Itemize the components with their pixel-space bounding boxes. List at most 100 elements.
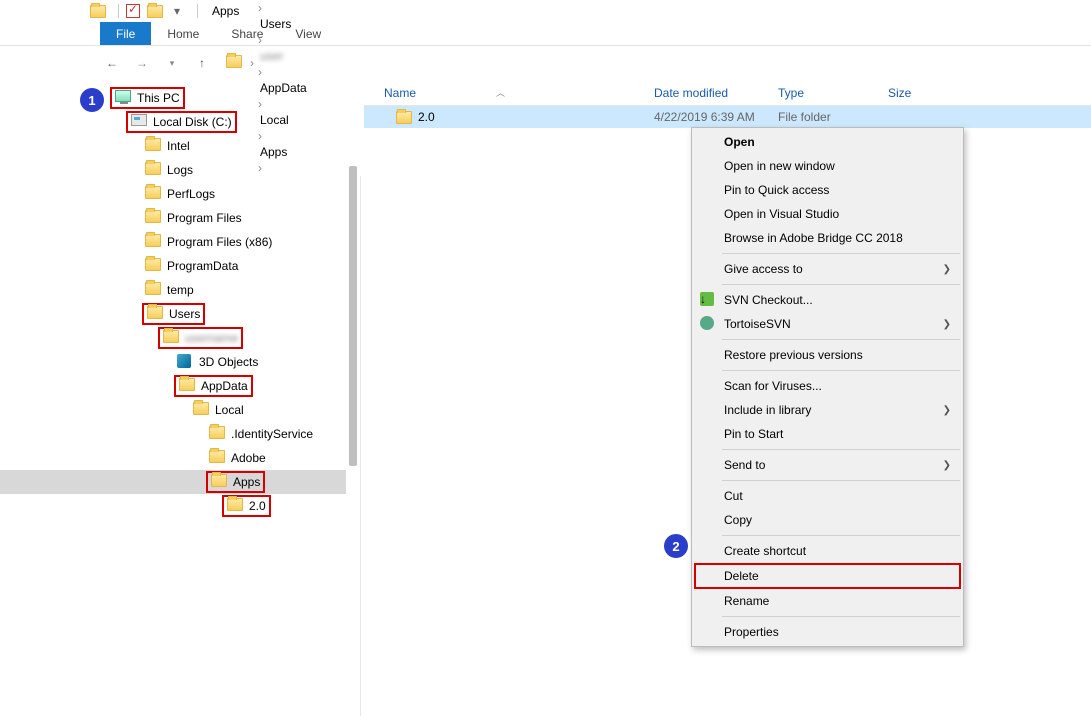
forward-button[interactable]: → bbox=[130, 51, 154, 75]
context-menu-item[interactable]: Rename bbox=[694, 589, 961, 613]
tree-item[interactable]: Logs bbox=[0, 158, 346, 182]
breadcrumb-segment[interactable]: user bbox=[256, 47, 343, 65]
submenu-arrow-icon: ❯ bbox=[943, 460, 951, 471]
tree-item[interactable]: 2.0 bbox=[0, 494, 346, 518]
context-menu-item[interactable]: Send to❯ bbox=[694, 453, 961, 477]
submenu-arrow-icon: ❯ bbox=[943, 264, 951, 275]
chevron-right-icon[interactable]: › bbox=[256, 33, 264, 47]
tab-home[interactable]: Home bbox=[151, 22, 215, 45]
chevron-right-icon[interactable]: › bbox=[256, 65, 264, 79]
context-menu-label: Delete bbox=[724, 569, 759, 583]
breadcrumb-segment[interactable]: Users bbox=[256, 15, 343, 33]
folder-icon bbox=[145, 234, 161, 250]
breadcrumb-segment[interactable]: Local Disk (C:) bbox=[256, 0, 343, 1]
context-menu-item[interactable]: Copy bbox=[694, 508, 961, 532]
row-date-cell: 4/22/2019 6:39 AM bbox=[646, 110, 770, 124]
splitter[interactable] bbox=[346, 80, 364, 651]
tree-item-label: Apps bbox=[233, 475, 260, 489]
column-name-label: Name bbox=[384, 86, 416, 100]
context-menu-item[interactable]: TortoiseSVN❯ bbox=[694, 312, 961, 336]
tortoise-icon bbox=[700, 316, 716, 332]
folder-icon bbox=[163, 330, 179, 346]
tree-item[interactable]: This PC bbox=[0, 86, 346, 110]
context-menu-item[interactable]: Pin to Quick access bbox=[694, 178, 961, 202]
context-menu-label: Open in new window bbox=[724, 159, 835, 173]
context-menu-item[interactable]: Include in library❯ bbox=[694, 398, 961, 422]
tab-file[interactable]: File bbox=[100, 22, 151, 45]
context-menu-label: SVN Checkout... bbox=[724, 293, 813, 307]
context-menu-item[interactable]: Open bbox=[694, 130, 961, 154]
tree-item[interactable]: Local bbox=[0, 398, 346, 422]
qat-properties-icon[interactable] bbox=[125, 3, 141, 19]
tree-item-label: PerfLogs bbox=[167, 187, 215, 201]
context-menu-label: Open bbox=[724, 135, 755, 149]
tree-item[interactable]: .IdentityService bbox=[0, 422, 346, 446]
tree-item[interactable]: Users bbox=[0, 302, 346, 326]
qat-folder-icon[interactable] bbox=[90, 3, 106, 19]
column-size[interactable]: Size bbox=[880, 86, 940, 100]
context-menu-item[interactable]: Cut bbox=[694, 484, 961, 508]
address-folder-icon bbox=[226, 55, 242, 71]
qat-dropdown-icon[interactable]: ▾ bbox=[169, 3, 185, 19]
context-menu-item[interactable]: Create shortcut bbox=[694, 539, 961, 563]
list-row[interactable]: 2.0 4/22/2019 6:39 AM File folder bbox=[364, 106, 1091, 128]
qat-separator-2 bbox=[197, 4, 198, 18]
context-menu-item[interactable]: Delete bbox=[694, 563, 961, 589]
context-menu-item[interactable]: ↓SVN Checkout... bbox=[694, 288, 961, 312]
3d-objects-icon bbox=[177, 354, 193, 370]
tree-item[interactable]: Adobe bbox=[0, 446, 346, 470]
context-menu-separator bbox=[722, 339, 960, 340]
context-menu-item[interactable]: Open in new window bbox=[694, 154, 961, 178]
tree-item[interactable]: 3D Objects bbox=[0, 350, 346, 374]
context-menu-label: Include in library bbox=[724, 403, 811, 417]
recent-dropdown[interactable]: ▾ bbox=[160, 51, 184, 75]
context-menu-item[interactable]: Properties bbox=[694, 620, 961, 644]
qat-separator bbox=[118, 4, 119, 18]
folder-icon bbox=[145, 282, 161, 298]
context-menu-separator bbox=[722, 284, 960, 285]
scrollbar-thumb[interactable] bbox=[349, 166, 357, 466]
sort-indicator-icon: ︿ bbox=[496, 86, 505, 99]
chevron-right-icon[interactable]: › bbox=[248, 56, 256, 70]
folder-icon bbox=[145, 258, 161, 274]
tree-item[interactable]: Intel bbox=[0, 134, 346, 158]
column-name[interactable]: Name ︿ bbox=[376, 86, 646, 100]
chevron-right-icon[interactable]: › bbox=[256, 1, 264, 15]
annotation-badge-1: 1 bbox=[80, 88, 104, 112]
context-menu-label: Properties bbox=[724, 625, 779, 639]
tree-item[interactable]: Program Files bbox=[0, 206, 346, 230]
context-menu-label: Restore previous versions bbox=[724, 348, 863, 362]
tree-item-label: ProgramData bbox=[167, 259, 238, 273]
column-date[interactable]: Date modified bbox=[646, 86, 770, 100]
context-menu-item[interactable]: Give access to❯ bbox=[694, 257, 961, 281]
context-menu-item[interactable]: Restore previous versions bbox=[694, 343, 961, 367]
tree-item[interactable]: username bbox=[0, 326, 346, 350]
up-button[interactable]: ↑ bbox=[190, 51, 214, 75]
tree-item[interactable]: Program Files (x86) bbox=[0, 230, 346, 254]
context-menu-label: Pin to Quick access bbox=[724, 183, 829, 197]
context-menu-label: Rename bbox=[724, 594, 769, 608]
qat-newfolder-icon[interactable] bbox=[147, 3, 163, 19]
context-menu-separator bbox=[722, 480, 960, 481]
context-menu-item[interactable]: Open in Visual Studio bbox=[694, 202, 961, 226]
context-menu-separator bbox=[722, 370, 960, 371]
folder-icon bbox=[145, 186, 161, 202]
tree-item-label: Local Disk (C:) bbox=[153, 115, 232, 129]
tree-item[interactable]: Apps bbox=[0, 470, 346, 494]
back-button[interactable]: ← bbox=[100, 51, 124, 75]
context-menu-separator bbox=[722, 616, 960, 617]
row-type-cell: File folder bbox=[770, 110, 880, 124]
tree-item[interactable]: Local Disk (C:) bbox=[0, 110, 346, 134]
tree-item[interactable]: AppData bbox=[0, 374, 346, 398]
context-menu-item[interactable]: Browse in Adobe Bridge CC 2018 bbox=[694, 226, 961, 250]
tree-item-label: username bbox=[185, 331, 238, 345]
context-menu-item[interactable]: Scan for Viruses... bbox=[694, 374, 961, 398]
context-menu-item[interactable]: Pin to Start bbox=[694, 422, 961, 446]
tree-item[interactable]: PerfLogs bbox=[0, 182, 346, 206]
folder-icon bbox=[145, 210, 161, 226]
context-menu-label: Scan for Viruses... bbox=[724, 379, 822, 393]
tree-item[interactable]: ProgramData bbox=[0, 254, 346, 278]
column-type[interactable]: Type bbox=[770, 86, 880, 100]
folder-icon bbox=[211, 474, 227, 490]
tree-item[interactable]: temp bbox=[0, 278, 346, 302]
